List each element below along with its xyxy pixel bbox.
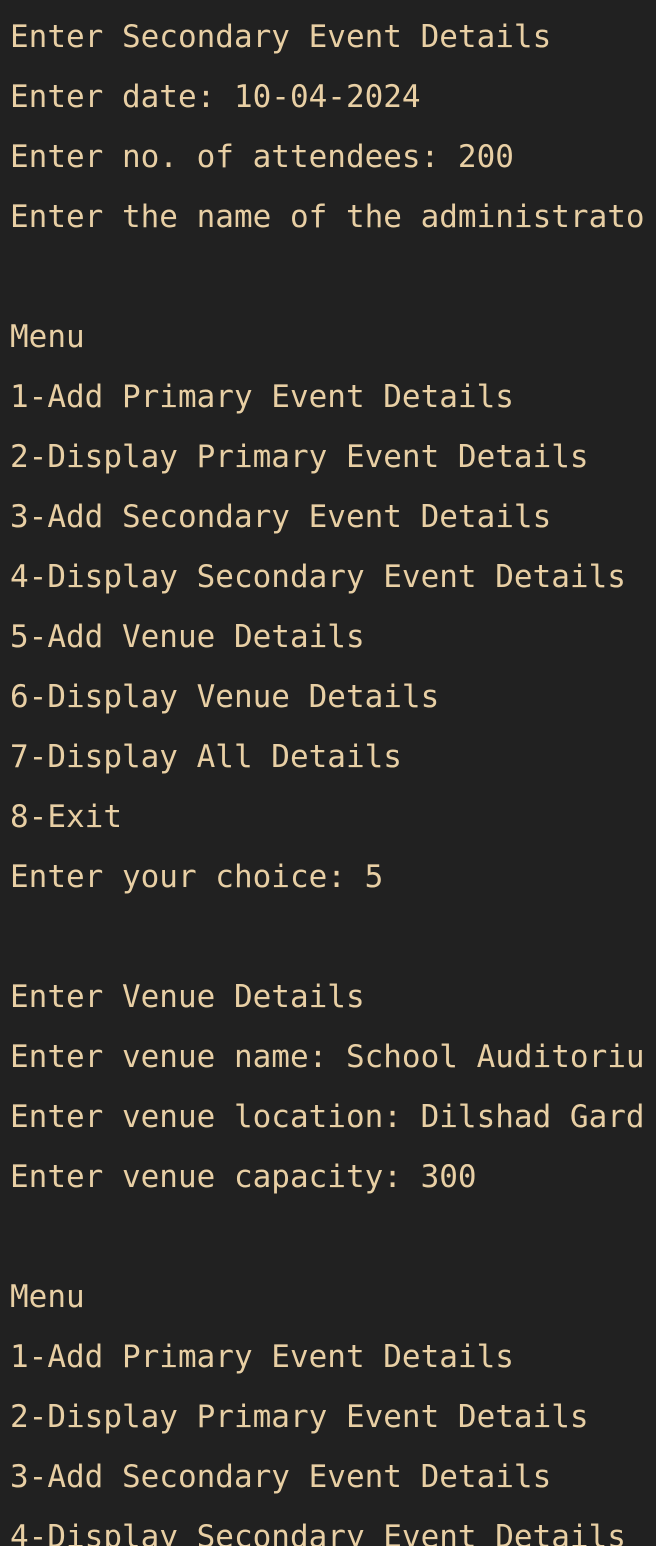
terminal-line: 3-Add Secondary Event Details bbox=[10, 499, 552, 535]
terminal-line: 1-Add Primary Event Details bbox=[10, 379, 514, 415]
terminal-line: 3-Add Secondary Event Details bbox=[10, 1459, 552, 1495]
terminal-line: Enter Secondary Event Details bbox=[10, 19, 552, 55]
terminal-line: 6-Display Venue Details bbox=[10, 679, 440, 715]
terminal-line: Enter venue capacity: 300 bbox=[10, 1159, 477, 1195]
terminal-output[interactable]: Enter Secondary Event Details Enter date… bbox=[0, 0, 656, 1546]
terminal-line: 2-Display Primary Event Details bbox=[10, 439, 589, 475]
terminal-line: 2-Display Primary Event Details bbox=[10, 1399, 589, 1435]
terminal-line: Menu bbox=[10, 1279, 85, 1315]
terminal-line: 4-Display Secondary Event Details bbox=[10, 1519, 626, 1546]
terminal-line: Enter date: 10-04-2024 bbox=[10, 79, 421, 115]
terminal-line: Enter Venue Details bbox=[10, 979, 365, 1015]
terminal-line: Enter venue name: School Auditoriu bbox=[10, 1039, 645, 1075]
terminal-line: 4-Display Secondary Event Details bbox=[10, 559, 626, 595]
terminal-line: Menu bbox=[10, 319, 85, 355]
terminal-line: 7-Display All Details bbox=[10, 739, 402, 775]
terminal-line: Enter venue location: Dilshad Gard bbox=[10, 1099, 645, 1135]
terminal-line: Enter your choice: 5 bbox=[10, 859, 384, 895]
terminal-line: Enter the name of the administrato bbox=[10, 199, 645, 235]
terminal-line: 8-Exit bbox=[10, 799, 122, 835]
terminal-line: 5-Add Venue Details bbox=[10, 619, 365, 655]
terminal-line: Enter no. of attendees: 200 bbox=[10, 139, 514, 175]
terminal-line: 1-Add Primary Event Details bbox=[10, 1339, 514, 1375]
